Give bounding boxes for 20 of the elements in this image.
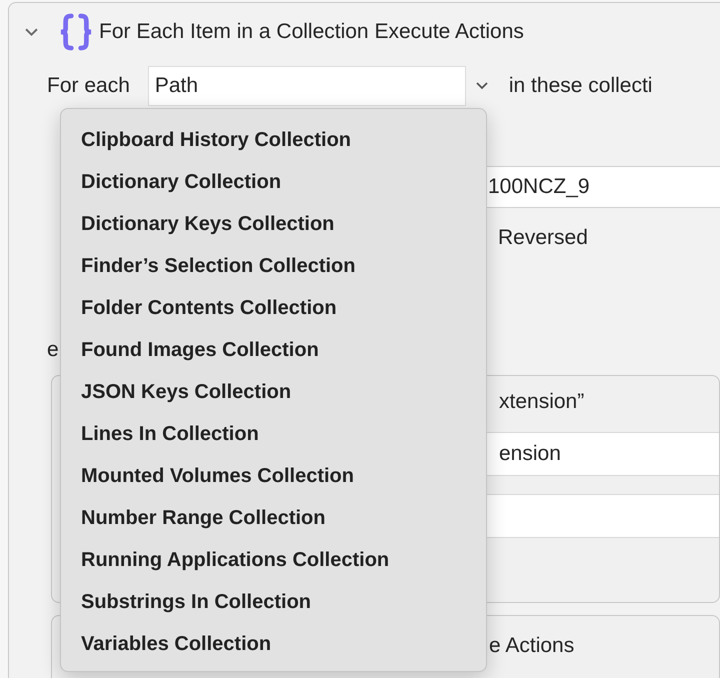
- menu-item[interactable]: Substrings In Collection: [61, 581, 486, 623]
- menu-item[interactable]: Running Applications Collection: [61, 539, 486, 581]
- group-title: e Actions: [489, 634, 574, 657]
- variable-field[interactable]: Path: [148, 66, 466, 106]
- menu-item[interactable]: Finder’s Selection Collection: [61, 245, 486, 287]
- group-title: xtension”: [499, 389, 584, 416]
- action-title: For Each Item in a Collection Execute Actions: [99, 19, 524, 46]
- menu-item[interactable]: Clipboard History Collection: [61, 119, 486, 161]
- reversed-label: Reversed: [498, 225, 588, 252]
- menu-item[interactable]: Found Images Collection: [61, 329, 486, 371]
- menu-item[interactable]: Variables Collection: [61, 623, 486, 665]
- menu-item[interactable]: JSON Keys Collection: [61, 371, 486, 413]
- chevron-icon[interactable]: [476, 82, 488, 90]
- label-fragment: e: [47, 337, 59, 364]
- menu-item[interactable]: Number Range Collection: [61, 497, 486, 539]
- braces-icon: [59, 13, 93, 51]
- menu-item[interactable]: Folder Contents Collection: [61, 287, 486, 329]
- collections-label: in these collecti: [508, 73, 652, 100]
- for-each-label: For each: [47, 73, 130, 100]
- chevron-icon[interactable]: [25, 28, 38, 36]
